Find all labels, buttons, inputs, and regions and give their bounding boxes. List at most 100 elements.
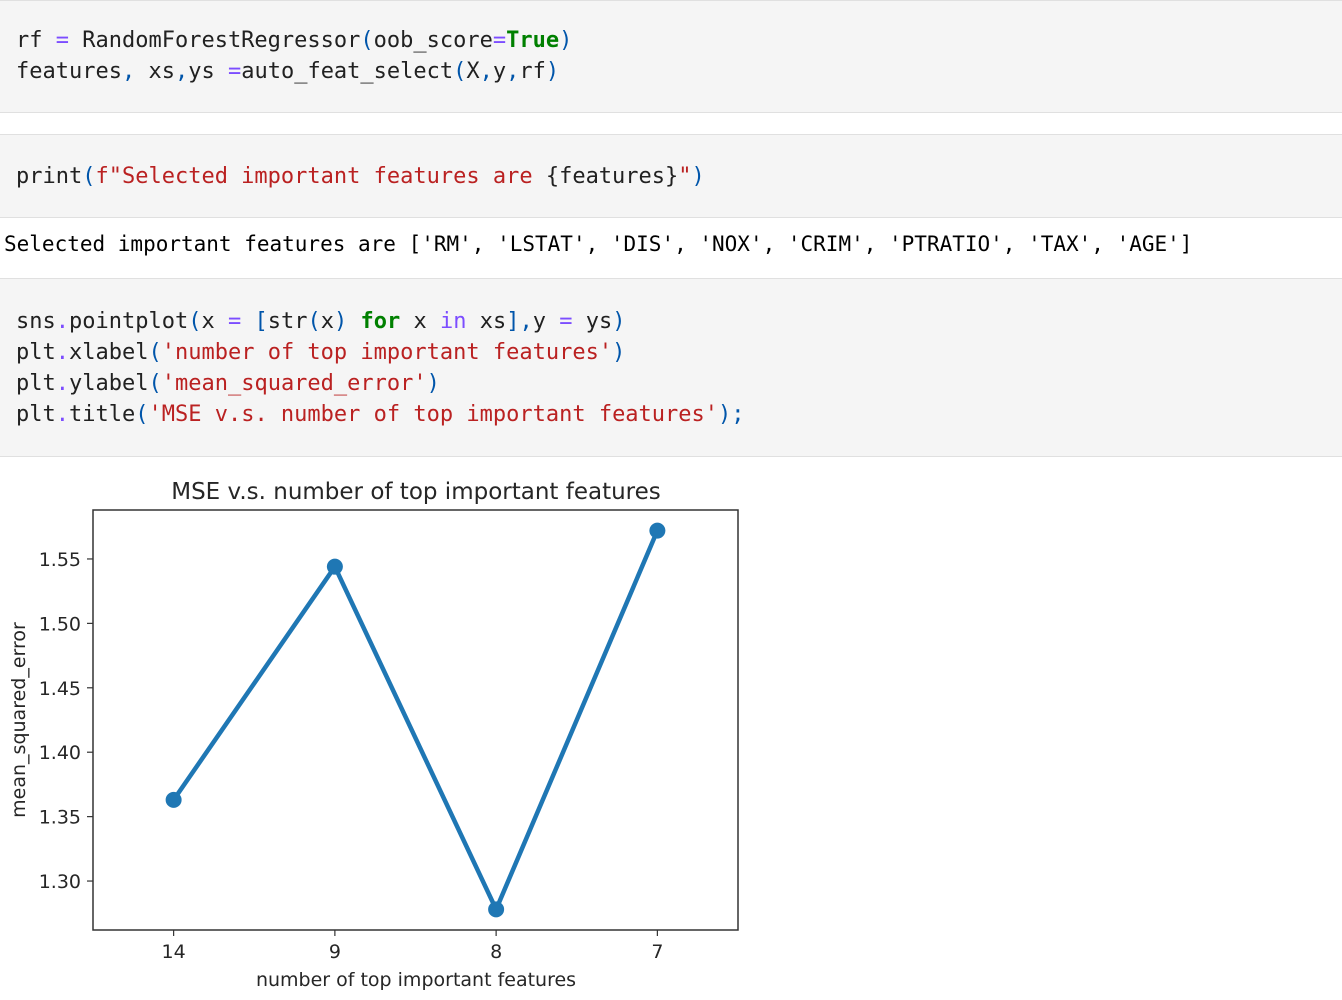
code-token: ( (360, 28, 374, 53)
code-token: = (55, 28, 69, 53)
x-tick-label: 9 (329, 941, 341, 963)
code-token: str (267, 309, 308, 334)
code-token: x (400, 309, 440, 334)
y-tick-label: 1.50 (39, 613, 81, 635)
x-axis-label: number of top important features (256, 969, 576, 991)
code-token: = (559, 309, 573, 334)
code-token: plt (16, 371, 56, 396)
code-token: . (55, 340, 69, 365)
code-token: " (678, 164, 692, 189)
code-token: = (227, 309, 242, 334)
data-point (488, 901, 505, 918)
code-token: ) (718, 402, 732, 427)
code-token: ) (426, 371, 440, 396)
print-output: Selected important features are ['RM', '… (4, 232, 1193, 256)
code-token: ylabel (69, 371, 149, 396)
code-token: ( (148, 371, 162, 396)
y-tick-label: 1.35 (39, 807, 81, 829)
code-token: ( (188, 309, 202, 334)
series-line (171, 528, 660, 912)
code-token: plt (16, 340, 56, 365)
code-token: x (320, 309, 334, 334)
code-token: [ (254, 309, 268, 334)
code-cell-1[interactable]: rf = RandomForestRegressor(oob_score=Tru… (0, 0, 1342, 113)
series-points (165, 522, 666, 918)
code-token: xlabel (69, 340, 149, 365)
code-token: 'number of top important features' (161, 340, 613, 365)
x-tick-label: 8 (490, 941, 502, 963)
code-token: rf (519, 59, 546, 84)
y-tick-label: 1.45 (39, 678, 81, 700)
x-tick-label: 14 (162, 941, 186, 963)
code-token: . (55, 371, 69, 396)
y-axis-label: mean_squared_error (8, 622, 30, 818)
code-token: rf (16, 28, 56, 53)
code-token: True (506, 28, 560, 53)
code-token: ) (612, 309, 626, 334)
code-token: y (532, 309, 560, 334)
code-token: ) (333, 309, 348, 334)
code-token: pointplot (69, 309, 189, 334)
code-token: RandomForestRegressor (69, 28, 361, 53)
code-token: sns (16, 309, 56, 334)
code-line: print(f"Selected important features are … (16, 161, 705, 192)
code-token: ( (82, 164, 96, 189)
code-line: rf = RandomForestRegressor(oob_score=Tru… (16, 25, 572, 56)
data-point (165, 791, 182, 808)
code-token: for (360, 309, 401, 334)
code-token: plt (16, 402, 56, 427)
code-token: ) (559, 28, 573, 53)
y-tick-label: 1.55 (39, 549, 81, 571)
code-token: print (16, 164, 83, 189)
code-token: ( (453, 59, 467, 84)
code-token: , (121, 59, 136, 84)
code-token: ; (731, 402, 745, 427)
code-token: ) (545, 59, 560, 84)
code-cell-2[interactable]: print(f"Selected important features are … (0, 134, 1342, 218)
code-line: features, xs,ys =auto_feat_select(X,y,rf… (16, 56, 559, 87)
x-axis-ticks: 14 9 8 7 (162, 930, 663, 963)
code-token: , (506, 59, 520, 84)
data-point (649, 522, 666, 539)
code-token: auto_feat_select (241, 59, 454, 84)
code-line: sns.pointplot(x = [str(x) for x in xs],y… (16, 306, 625, 337)
code-line: plt.ylabel('mean_squared_error') (16, 368, 440, 399)
y-tick-label: 1.30 (39, 871, 81, 893)
x-tick-label: 7 (651, 941, 663, 963)
code-token: ) (612, 340, 626, 365)
data-point (326, 558, 343, 575)
code-token: = (492, 28, 507, 53)
code-token: . (55, 309, 69, 334)
code-token: title (69, 402, 136, 427)
code-token: features (16, 59, 122, 84)
code-token: , (174, 59, 189, 84)
mse-pointplot: MSE v.s. number of top important feature… (8, 479, 739, 991)
code-token: ] (506, 309, 520, 334)
code-token: ys (572, 309, 613, 334)
code-token: ( (307, 309, 321, 334)
code-token: , (479, 59, 493, 84)
code-token: xs (466, 309, 507, 334)
code-token: 'MSE v.s. number of top important featur… (148, 402, 719, 427)
y-tick-label: 1.40 (39, 742, 81, 764)
code-token: in (439, 309, 467, 334)
chart-title: MSE v.s. number of top important feature… (171, 479, 661, 505)
code-token: {features} (545, 164, 679, 189)
code-token: = (227, 59, 242, 84)
code-token: y (492, 59, 507, 84)
code-line: plt.title('MSE v.s. number of top import… (16, 399, 745, 430)
code-token: . (55, 402, 69, 427)
code-token: ys (188, 59, 228, 84)
code-token: ) (691, 164, 705, 189)
code-line: plt.xlabel('number of top important feat… (16, 337, 625, 368)
code-token: f"Selected important features are (95, 164, 546, 189)
code-token: x (201, 309, 228, 334)
code-token: X (466, 59, 480, 84)
code-token: oob_score (373, 28, 493, 53)
code-cell-3[interactable]: sns.pointplot(x = [str(x) for x in xs],y… (0, 278, 1342, 457)
y-axis-ticks: 1.30 1.35 1.40 1.45 1.50 1.55 (39, 549, 93, 893)
code-token: ( (135, 402, 149, 427)
code-token: 'mean_squared_error' (161, 371, 427, 396)
